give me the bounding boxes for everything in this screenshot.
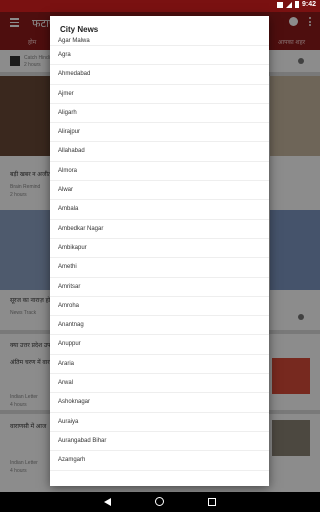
city-item-araria[interactable]: Araria	[50, 355, 269, 375]
dialog-title: City News	[60, 25, 99, 34]
city-item-amethi[interactable]: Amethi	[50, 258, 269, 278]
city-item-almora[interactable]: Almora	[50, 162, 269, 182]
city-item-azamgarh[interactable]: Azamgarh	[50, 451, 269, 471]
city-item-amritsar[interactable]: Amritsar	[50, 278, 269, 297]
city-item-ahmedabad[interactable]: Ahmedabad	[50, 65, 269, 85]
status-time: 9:42	[301, 1, 316, 8]
city-item-ajmer[interactable]: Ajmer	[50, 85, 269, 104]
city-item-arwal[interactable]: Arwal	[50, 374, 269, 394]
city-item-aurangabad-bihar[interactable]: Aurangabad Bihar	[50, 432, 269, 452]
city-item-ambedkar-nagar[interactable]: Ambedkar Nagar	[50, 220, 269, 239]
city-item-ambikapur[interactable]: Ambikapur	[50, 239, 269, 259]
status-bar: 9:42	[0, 0, 320, 12]
city-item-anantnag[interactable]: Anantnag	[50, 316, 269, 336]
wifi-icon	[276, 1, 283, 8]
city-list[interactable]: Agar Malwa Agra Ahmedabad Ajmer Aligarh …	[50, 37, 269, 471]
city-item-agra[interactable]: Agra	[50, 46, 269, 66]
nav-recent-icon[interactable]	[208, 498, 216, 506]
city-item-amroha[interactable]: Amroha	[50, 297, 269, 317]
city-item-ashoknagar[interactable]: Ashoknagar	[50, 393, 269, 413]
nav-back-icon[interactable]	[104, 498, 111, 506]
battery-icon	[294, 1, 299, 8]
city-news-dialog: City News Agar Malwa Agra Ahmedabad Ajme…	[50, 16, 269, 486]
city-item-anuppur[interactable]: Anuppur	[50, 335, 269, 355]
system-nav-bar	[0, 492, 320, 512]
nav-home-icon[interactable]	[155, 497, 164, 506]
city-item-agar-malwa[interactable]: Agar Malwa	[50, 37, 269, 46]
city-item-alwar[interactable]: Alwar	[50, 181, 269, 201]
city-item-allahabad[interactable]: Allahabad	[50, 142, 269, 162]
city-item-aligarh[interactable]: Aligarh	[50, 104, 269, 124]
city-item-auraiya[interactable]: Auraiya	[50, 413, 269, 432]
signal-icon	[285, 1, 292, 8]
city-item-alirajpur[interactable]: Alirajpur	[50, 123, 269, 143]
city-item-ambala[interactable]: Ambala	[50, 200, 269, 220]
